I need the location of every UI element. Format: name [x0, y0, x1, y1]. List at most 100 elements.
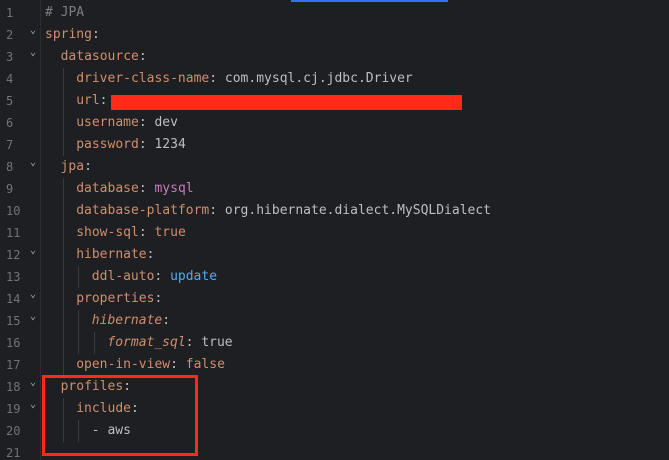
code-token: jpa: [60, 159, 85, 174]
line-number: 6: [6, 116, 14, 130]
code-line[interactable]: 15 ⌄ hibernate:: [0, 310, 669, 332]
line-number: 2: [6, 28, 14, 42]
line-number: 1: [6, 6, 14, 20]
code-line[interactable]: 4 driver-class-name: com.mysql.cj.jdbc.Dr…: [0, 68, 669, 90]
fold-chevron-down-icon[interactable]: ⌄: [27, 310, 39, 324]
code-text: database: mysql: [76, 178, 193, 200]
indent-guide: [62, 332, 64, 354]
indent-guide: [62, 90, 64, 112]
code-line[interactable]: 11 show-sql: true: [0, 222, 669, 244]
code-line[interactable]: 8 ⌄ jpa:: [0, 156, 669, 178]
code-token: driver-class-name: [76, 71, 210, 86]
code-text: jpa:: [61, 156, 92, 178]
code-token: :: [170, 357, 186, 372]
line-number: 16: [6, 336, 21, 350]
line-number: 13: [6, 270, 21, 284]
indent-guide: [93, 332, 95, 354]
indent-guide: [62, 178, 64, 200]
code-line[interactable]: 2 ⌄ spring:: [0, 24, 669, 46]
fold-chevron-down-icon[interactable]: ⌄: [27, 46, 39, 60]
code-text: url:: [76, 90, 107, 112]
code-text: # JPA: [45, 2, 84, 24]
line-number: 20: [6, 424, 21, 438]
code-line[interactable]: 16 format_sql: true: [0, 332, 669, 354]
code-text: hibernate:: [92, 310, 170, 332]
code-token: :: [84, 159, 92, 174]
code-token: database-platform: [76, 203, 210, 218]
code-text: ddl-auto: update: [92, 266, 217, 288]
code-line[interactable]: 6 username: dev: [0, 112, 669, 134]
indent-guide: [62, 244, 64, 266]
code-token: password: [76, 137, 139, 152]
fold-chevron-down-icon[interactable]: ⌄: [27, 244, 39, 258]
code-line[interactable]: 10 database-platform: org.hibernate.diale…: [0, 200, 669, 222]
indent-guide: [62, 68, 64, 90]
line-number: 12: [6, 248, 21, 262]
code-text: username: dev: [76, 112, 178, 134]
code-text: database-platform: org.hibernate.dialect…: [76, 200, 491, 222]
code-token: 1234: [154, 137, 186, 152]
line-number: 11: [6, 226, 21, 240]
fold-chevron-down-icon[interactable]: ⌄: [27, 156, 39, 170]
code-line[interactable]: 7 password: 1234: [0, 134, 669, 156]
code-text: format_sql: true: [107, 332, 232, 354]
code-line[interactable]: 17 open-in-view: false: [0, 354, 669, 376]
code-token: open-in-view: [76, 357, 171, 372]
line-number: 5: [6, 94, 14, 108]
indent-guide: [62, 310, 64, 332]
code-line[interactable]: 12 ⌄ hibernate:: [0, 244, 669, 266]
line-number: 18: [6, 380, 21, 394]
code-token: :: [138, 181, 155, 196]
code-token: org.hibernate.dialect.MySQLDialect: [224, 203, 492, 218]
code-line[interactable]: 13 ddl-auto: update: [0, 266, 669, 288]
code-token: url: [76, 93, 100, 108]
code-token: true: [154, 225, 186, 240]
line-number: 15: [6, 314, 21, 328]
indent-guide: [78, 266, 80, 288]
highlight-annotation-box: [42, 375, 198, 456]
code-text: properties:: [76, 288, 162, 310]
indent-guide: [62, 266, 64, 288]
code-token: :: [154, 269, 171, 284]
line-number: 7: [6, 138, 14, 152]
code-text: show-sql: true: [76, 222, 186, 244]
code-line[interactable]: 3 ⌄ datasource:: [0, 46, 669, 68]
code-text: open-in-view: false: [76, 354, 225, 376]
code-token: :: [185, 335, 202, 350]
fold-chevron-down-icon[interactable]: ⌄: [27, 376, 39, 390]
line-number: 14: [6, 292, 21, 306]
code-line[interactable]: 1 # JPA: [0, 2, 669, 24]
indent-guide: [62, 112, 64, 134]
code-text: driver-class-name: com.mysql.cj.jdbc.Dri…: [76, 68, 413, 90]
code-token: com.mysql.cj.jdbc.Driver: [224, 71, 413, 86]
indent-guide: [62, 134, 64, 156]
code-text: datasource:: [61, 46, 147, 68]
code-line[interactable]: 9 database: mysql: [0, 178, 669, 200]
redacted-url-value: [111, 95, 462, 110]
code-token: hibernate: [76, 247, 147, 262]
indent-guide: [62, 288, 64, 310]
indent-guide: [62, 200, 64, 222]
fold-chevron-down-icon[interactable]: ⌄: [27, 24, 39, 38]
code-token: ddl-auto: [91, 269, 155, 284]
fold-chevron-down-icon[interactable]: ⌄: [27, 398, 39, 412]
code-token: :: [162, 313, 171, 328]
code-editor[interactable]: 1 # JPA 2 ⌄ spring: 3 ⌄ datasource: 4 driver-clas…: [0, 0, 669, 460]
code-token: mysql: [154, 181, 194, 196]
code-token: update: [170, 269, 218, 284]
line-number: 17: [6, 358, 21, 372]
indent-guide: [78, 332, 80, 354]
code-token: :: [91, 27, 100, 42]
code-token: format_sql: [107, 335, 186, 350]
code-line[interactable]: 14 ⌄ properties:: [0, 288, 669, 310]
line-number: 21: [6, 446, 21, 460]
code-token: username: [76, 115, 139, 130]
code-token: :: [138, 137, 155, 152]
fold-chevron-down-icon[interactable]: ⌄: [27, 288, 39, 302]
code-token: spring: [45, 27, 92, 42]
code-token: hibernate: [91, 313, 163, 328]
line-number: 8: [6, 160, 14, 174]
code-token: :: [138, 225, 155, 240]
code-token: show-sql: [76, 225, 139, 240]
code-token: :: [209, 71, 225, 86]
